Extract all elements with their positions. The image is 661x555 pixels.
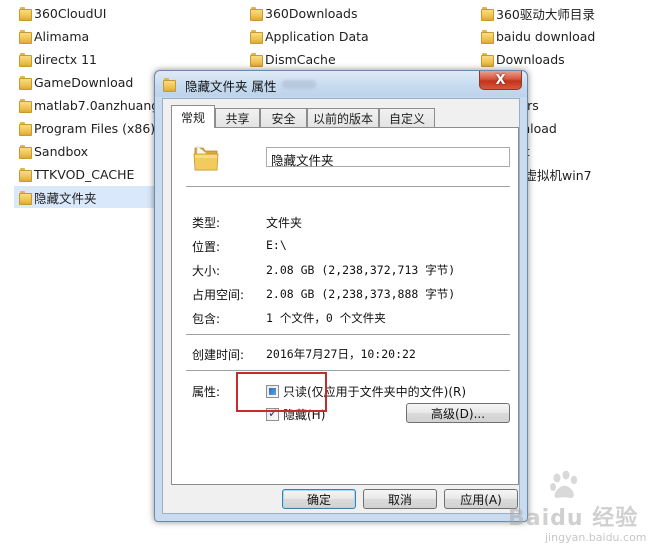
tab-previous-versions[interactable]: 以前的版本 [307,108,379,127]
tab-sharing[interactable]: 共享 [215,108,260,127]
attributes-label: 属性: [192,385,221,399]
divider [186,370,510,372]
type-label: 类型: [192,216,221,230]
folder-item[interactable]: matlab7.0anzhuang [16,94,159,116]
apply-button[interactable]: 应用(A) [444,489,518,509]
folder-icon [250,30,263,44]
created-label: 创建时间: [192,348,245,362]
folder-item[interactable]: 360Downloads [247,2,358,24]
folder-icon [19,30,32,44]
folder-item[interactable]: TTKVOD_CACHE [16,163,134,185]
folder-icon [19,191,32,205]
general-panel: 隐藏文件夹 类型: 文件夹 位置: E:\ 大小: 2.08 GB (2,238… [171,127,519,485]
folder-icon [481,53,494,67]
location-label: 位置: [192,240,221,254]
cancel-button[interactable]: 取消 [363,489,437,509]
folder-name-input[interactable]: 隐藏文件夹 [266,147,510,168]
folder-icon [19,76,32,90]
size-label: 大小: [192,264,221,278]
contains-label: 包含: [192,312,221,326]
dialog-client: 常规 共享 安全 以前的版本 自定义 隐藏文件夹 类型: 文件夹 位置: E:\… [162,98,520,514]
folder-icon [19,168,32,182]
folder-icon [481,30,494,44]
properties-dialog: 隐藏文件夹 属性 X 常规 共享 安全 以前的版本 自定义 隐藏文件夹 类型: … [154,70,528,522]
dialog-title: 隐藏文件夹 属性 [185,79,277,94]
divider [186,334,510,336]
baidu-paw-icon [550,470,578,499]
close-icon: X [495,72,506,88]
divider [186,186,510,188]
advanced-button[interactable]: 高级(D)... [406,403,510,423]
watermark-text: Baidu 经验 [508,506,639,531]
folder-icon [250,7,263,21]
contains-value: 1 个文件，0 个文件夹 [266,311,386,325]
watermark-url: jingyan.baidu.com [545,531,647,544]
location-value: E:\ [266,238,287,252]
disk-size-label: 占用空间: [192,288,245,302]
folder-icon [19,99,32,113]
folder-icon [19,7,32,21]
blurred-region [282,80,316,89]
folder-item[interactable]: baidu download [478,25,595,47]
highlight-annotation [236,372,327,412]
folder-icon [193,145,219,172]
folder-item[interactable]: Program Files (x86) [16,117,155,139]
title-bar[interactable]: 隐藏文件夹 属性 X [155,71,527,97]
type-value: 文件夹 [266,216,303,230]
folder-icon [250,53,263,67]
folder-icon [481,7,494,21]
folder-icon [163,78,176,92]
folder-icon [19,53,32,67]
folder-item[interactable]: DismCache [247,48,336,70]
size-value: 2.08 GB (2,238,372,713 字节) [266,263,456,277]
folder-icon [19,145,32,159]
folder-item[interactable]: Application Data [247,25,369,47]
folder-item[interactable]: 360驱动大师目录 [478,2,595,24]
tab-general[interactable]: 常规 [171,105,215,128]
ok-button[interactable]: 确定 [282,489,356,509]
folder-item[interactable]: directx 11 [16,48,97,70]
folder-icon [19,122,32,136]
folder-item[interactable]: Alimama [16,25,89,47]
created-value: 2016年7月27日，10:20:22 [266,347,416,361]
tab-security[interactable]: 安全 [260,108,307,127]
folder-item[interactable]: GameDownload [16,71,133,93]
close-button[interactable]: X [479,71,522,90]
folder-item[interactable]: Sandbox [16,140,88,162]
folder-item[interactable]: Downloads [478,48,565,70]
folder-item-selected[interactable]: 隐藏文件夹 [14,186,156,208]
tab-customize[interactable]: 自定义 [379,108,435,127]
disk-size-value: 2.08 GB (2,238,373,888 字节) [266,287,456,301]
folder-item[interactable]: 360CloudUI [16,2,106,24]
